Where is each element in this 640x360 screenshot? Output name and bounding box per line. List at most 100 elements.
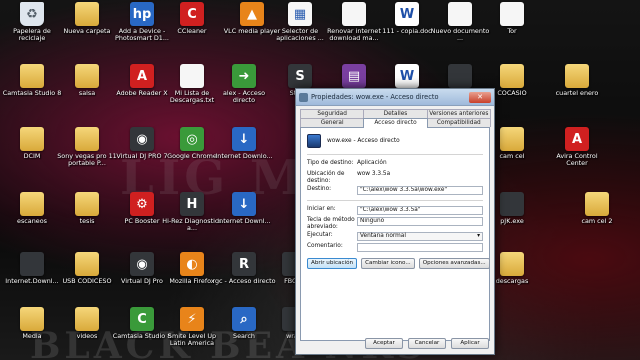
desktop-icon-label: Internet Downl... bbox=[217, 218, 271, 225]
folder-icon bbox=[75, 192, 99, 216]
app-icon: A bbox=[565, 127, 589, 151]
app-icon: S bbox=[288, 64, 312, 88]
close-button[interactable]: ✕ bbox=[469, 91, 491, 103]
desktop-icon-label: Tor bbox=[507, 28, 517, 35]
divider bbox=[307, 154, 483, 155]
tab-general[interactable]: General bbox=[300, 118, 365, 127]
divider bbox=[307, 200, 483, 202]
folder-icon bbox=[75, 2, 99, 26]
abrir-ubicacion-button[interactable]: Abrir ubicación bbox=[307, 258, 358, 270]
tab-detalles[interactable]: Detalles bbox=[363, 109, 428, 118]
shortcut-icon bbox=[299, 92, 308, 102]
app-icon: W bbox=[395, 64, 419, 88]
tab-panel: wow.exe - Acceso directo Tipo de destino… bbox=[300, 127, 490, 341]
app-icon bbox=[448, 64, 472, 88]
desktop-icon[interactable]: ↓ Internet Downlo... bbox=[212, 127, 276, 185]
desktop-icon-label: cuartel enero bbox=[555, 90, 599, 97]
cancelar-button[interactable]: Cancelar bbox=[408, 338, 446, 349]
tab-versiones-anteriores[interactable]: Versiones anteriores bbox=[426, 109, 491, 118]
app-icon: ⚡ bbox=[180, 307, 204, 331]
folder-icon bbox=[20, 192, 44, 216]
desktop-icon[interactable]: cuartel enero bbox=[545, 64, 609, 122]
app-icon bbox=[307, 134, 321, 148]
app-icon: ◉ bbox=[130, 252, 154, 276]
comentario-field[interactable] bbox=[357, 243, 483, 253]
app-icon: ◐ bbox=[180, 252, 204, 276]
ejecutar-value: Ventana normal bbox=[360, 233, 406, 240]
iniciar-field[interactable]: "C:\alex\wow 3.3.5a" bbox=[357, 206, 483, 216]
app-icon: C bbox=[130, 307, 154, 331]
app-icon: ◉ bbox=[130, 127, 154, 151]
app-icon: ⌕ bbox=[232, 307, 256, 331]
app-icon: H bbox=[180, 192, 204, 216]
desktop-icon-label: alex - Acceso directo bbox=[222, 90, 266, 105]
desktop-icon-label: CCleaner bbox=[177, 28, 207, 35]
app-icon bbox=[500, 2, 524, 26]
folder-icon bbox=[20, 64, 44, 88]
properties-dialog: Propiedades: wow.exe - Acceso directo ✕ … bbox=[295, 88, 495, 355]
desktop-icon[interactable]: A Avira Control Center bbox=[545, 127, 609, 185]
app-icon: W bbox=[395, 2, 419, 26]
app-icon: ↓ bbox=[232, 127, 256, 151]
desktop-icon[interactable]: ➜ alex - Acceso directo bbox=[212, 64, 276, 122]
folder-icon bbox=[20, 307, 44, 331]
tecla-field[interactable]: Ninguno bbox=[357, 217, 483, 227]
folder-icon bbox=[565, 64, 589, 88]
folder-icon bbox=[585, 192, 609, 216]
ejecutar-label: Ejecutar: bbox=[307, 232, 333, 239]
folder-icon bbox=[75, 252, 99, 276]
comentario-label: Comentario: bbox=[307, 243, 343, 250]
folder-icon bbox=[75, 64, 99, 88]
opciones-avanzadas-button[interactable]: Opciones avanzadas... bbox=[418, 258, 490, 270]
ubicacion-value: wow 3.3.5a bbox=[357, 171, 391, 177]
folder-icon bbox=[500, 252, 524, 276]
app-icon: ◎ bbox=[180, 127, 204, 151]
app-icon: ⚙ bbox=[130, 192, 154, 216]
cambiar-icono-button[interactable]: Cambiar icono... bbox=[361, 258, 415, 270]
app-icon: ▤ bbox=[342, 64, 366, 88]
app-icon: hp bbox=[130, 2, 154, 26]
desktop-icon[interactable]: cam cel 2 bbox=[565, 192, 629, 250]
dialog-title: Propiedades: wow.exe - Acceso directo bbox=[311, 93, 439, 101]
folder-icon bbox=[75, 127, 99, 151]
aceptar-button[interactable]: Aceptar bbox=[365, 338, 403, 349]
desktop-icon[interactable]: ↓ Internet Downl... bbox=[212, 192, 276, 250]
app-icon bbox=[180, 64, 204, 88]
tab-compatibilidad[interactable]: Compatibilidad bbox=[426, 118, 491, 127]
tecla-label: Tecla de método abreviado: bbox=[307, 217, 355, 230]
ejecutar-select[interactable]: Ventana normal ▾ bbox=[357, 232, 483, 242]
tipo-value: Aplicación bbox=[357, 160, 387, 166]
folder-icon bbox=[500, 64, 524, 88]
app-icon: A bbox=[130, 64, 154, 88]
destino-label: Destino: bbox=[307, 186, 332, 193]
tab-seguridad[interactable]: Seguridad bbox=[300, 109, 365, 118]
chevron-down-icon: ▾ bbox=[477, 233, 480, 240]
app-icon: ↓ bbox=[232, 192, 256, 216]
folder-icon bbox=[20, 127, 44, 151]
app-icon: ▲ bbox=[240, 2, 264, 26]
app-icon bbox=[500, 192, 524, 216]
destino-field[interactable]: "C:\alex\wow 3.3.5a\wow.exe" bbox=[357, 186, 483, 196]
desktop-icon[interactable]: Tor bbox=[480, 2, 544, 60]
recycle-bin-icon: ♻ bbox=[20, 2, 44, 26]
desktop-icon-label: Internet Downlo... bbox=[215, 153, 273, 160]
desktop-icon-label: cam cel 2 bbox=[581, 218, 613, 225]
app-icon bbox=[20, 252, 44, 276]
folder-icon bbox=[75, 307, 99, 331]
tab-acceso-directo[interactable]: Acceso directo bbox=[363, 118, 428, 128]
app-icon: R bbox=[232, 252, 256, 276]
app-icon: ▦ bbox=[288, 2, 312, 26]
desktop-icon[interactable]: C CCleaner bbox=[160, 2, 224, 60]
app-name: wow.exe - Acceso directo bbox=[327, 138, 400, 144]
dialog-titlebar[interactable]: Propiedades: wow.exe - Acceso directo ✕ bbox=[296, 89, 494, 106]
aplicar-button[interactable]: Aplicar bbox=[451, 338, 489, 349]
folder-icon bbox=[500, 127, 524, 151]
app-icon bbox=[448, 2, 472, 26]
app-icon: ➜ bbox=[232, 64, 256, 88]
iniciar-label: Iniciar en: bbox=[307, 206, 336, 213]
app-icon: C bbox=[180, 2, 204, 26]
tipo-label: Tipo de destino: bbox=[307, 160, 354, 166]
desktop-icon-label: Avira Control Center bbox=[556, 153, 598, 168]
ubicacion-label: Ubicación de destino: bbox=[307, 171, 345, 184]
app-icon bbox=[342, 2, 366, 26]
